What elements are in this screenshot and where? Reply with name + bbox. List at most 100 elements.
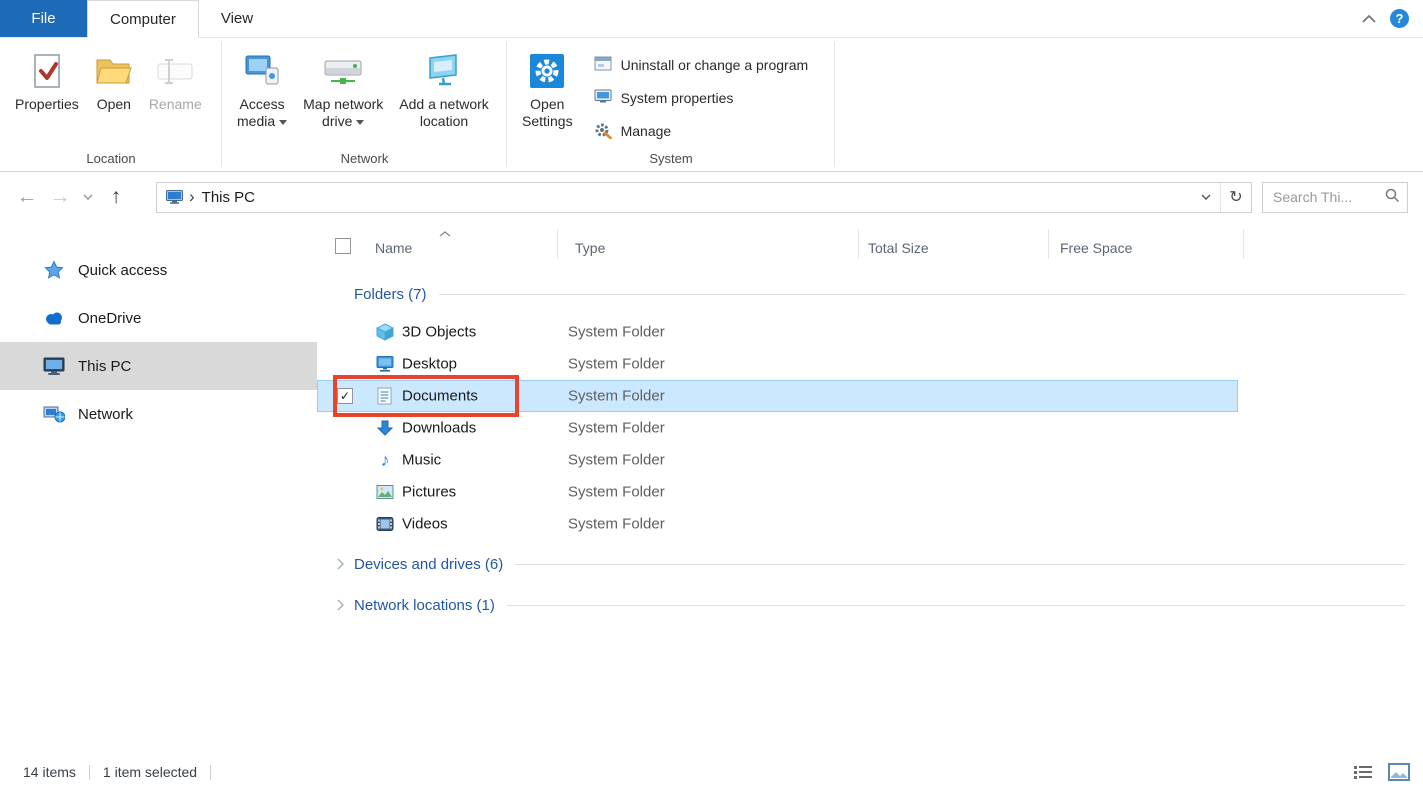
search-input[interactable]: [1273, 189, 1384, 205]
file-row-desktop[interactable]: Desktop System Folder: [317, 348, 1238, 380]
rename-icon: [157, 50, 193, 92]
back-button[interactable]: ←: [14, 184, 40, 210]
file-row-documents[interactable]: ✓ Documents System Folder: [317, 380, 1238, 412]
this-pc-icon: [166, 190, 183, 204]
group-divider-line: [507, 605, 1405, 606]
collapse-ribbon-button[interactable]: [1352, 0, 1386, 37]
column-header-type[interactable]: Type: [575, 240, 605, 256]
view-switcher: [1347, 757, 1415, 787]
group-divider-line: [515, 564, 1405, 565]
search-icon: [1384, 187, 1400, 208]
system-monitor-icon: [594, 89, 612, 107]
open-folder-icon: [95, 50, 133, 92]
3d-objects-icon: [375, 323, 395, 341]
refresh-button[interactable]: ↻: [1221, 183, 1251, 212]
address-toolbar: ← → ↑ › This PC ↻: [0, 172, 1423, 222]
back-arrow-icon: ←: [17, 185, 38, 209]
network-icon: [42, 405, 66, 423]
tab-file[interactable]: File: [0, 0, 87, 37]
file-explorer-window: File Computer View ? Properties: [0, 0, 1423, 792]
manage-button[interactable]: Manage: [590, 120, 813, 142]
open-button[interactable]: Open: [88, 42, 140, 113]
column-divider[interactable]: [1048, 229, 1049, 259]
ribbon: Properties Open Rename Location: [0, 38, 1423, 172]
status-separator: [89, 765, 90, 780]
selection-summary: 1 item selected: [103, 764, 197, 780]
details-view-button[interactable]: [1347, 757, 1379, 787]
file-row-music[interactable]: ♪ Music System Folder: [317, 444, 1238, 476]
tabbar-spacer: [275, 0, 1352, 37]
column-header-name[interactable]: Name: [375, 240, 412, 256]
row-checkbox-checked[interactable]: ✓: [337, 388, 353, 404]
file-list: Name Type Total Size Free Space Folders …: [317, 222, 1423, 752]
ribbon-group-location: Properties Open Rename Location: [0, 38, 222, 171]
sort-ascending-icon: [439, 224, 451, 240]
details-view-icon: [1353, 764, 1373, 780]
up-button[interactable]: ↑: [103, 184, 129, 210]
search-box: [1262, 182, 1408, 213]
column-divider[interactable]: [858, 229, 859, 259]
settings-gear-icon: [529, 50, 565, 92]
breadcrumb-location[interactable]: This PC: [202, 189, 255, 206]
properties-button[interactable]: Properties: [8, 42, 86, 113]
navigation-pane: Quick access OneDrive This PC Network: [0, 222, 317, 752]
group-label-network: Network: [222, 151, 507, 166]
cloud-icon: [42, 311, 66, 325]
file-row-downloads[interactable]: Downloads System Folder: [317, 412, 1238, 444]
select-all-checkbox[interactable]: [335, 238, 351, 254]
forward-button[interactable]: →: [47, 184, 73, 210]
column-header-total-size[interactable]: Total Size: [868, 240, 929, 256]
column-divider[interactable]: [557, 229, 558, 259]
open-settings-button[interactable]: Open Settings: [515, 42, 580, 130]
chevron-down-icon: [1201, 194, 1211, 200]
downloads-icon: [375, 419, 395, 437]
chevron-down-icon: [83, 194, 93, 200]
group-header-network-locations[interactable]: Network locations (1): [332, 589, 1405, 621]
system-properties-button[interactable]: System properties: [590, 87, 813, 109]
uninstall-program-button[interactable]: Uninstall or change a program: [590, 54, 813, 76]
group-label-location: Location: [0, 151, 222, 166]
status-bar: 14 items 1 item selected: [0, 752, 1423, 792]
network-drive-icon: [324, 50, 362, 92]
manage-gear-icon: [594, 121, 612, 142]
desktop-icon: [375, 356, 395, 373]
file-row-pictures[interactable]: Pictures System Folder: [317, 476, 1238, 508]
group-header-folders[interactable]: Folders (7): [332, 278, 1405, 310]
thumbnails-view-icon: [1388, 763, 1410, 781]
tab-view[interactable]: View: [199, 0, 275, 37]
star-icon: [42, 260, 66, 280]
map-network-drive-button[interactable]: Map network drive: [296, 42, 390, 130]
chevron-collapsed-icon: [332, 558, 348, 570]
music-icon: ♪: [375, 451, 395, 469]
refresh-icon: ↻: [1229, 187, 1242, 207]
documents-icon: [375, 387, 395, 405]
column-divider[interactable]: [1243, 229, 1244, 259]
sidebar-item-network[interactable]: Network: [0, 390, 317, 438]
recent-locations-button[interactable]: [80, 184, 96, 210]
forward-arrow-icon: →: [50, 185, 71, 209]
chevron-expanded-icon: [332, 291, 348, 298]
sidebar-item-this-pc[interactable]: This PC: [0, 342, 317, 390]
help-button[interactable]: ?: [1390, 9, 1409, 28]
column-headers: Name Type Total Size Free Space: [317, 222, 1423, 266]
question-mark-icon: ?: [1396, 11, 1404, 26]
status-separator: [210, 765, 211, 780]
add-network-location-button[interactable]: Add a network location: [392, 42, 496, 130]
address-dropdown-button[interactable]: [1192, 183, 1220, 212]
group-header-devices-and-drives[interactable]: Devices and drives (6): [332, 548, 1405, 580]
ribbon-group-system: Open Settings Uninstall or change a prog…: [507, 38, 835, 171]
file-row-videos[interactable]: Videos System Folder: [317, 508, 1238, 540]
tab-computer[interactable]: Computer: [87, 0, 199, 38]
sidebar-item-quick-access[interactable]: Quick access: [0, 246, 317, 294]
ribbon-group-network: Access media Map network drive Add a net…: [222, 38, 507, 171]
dropdown-arrow-icon: [356, 120, 364, 125]
media-device-icon: [244, 50, 280, 92]
address-bar[interactable]: › This PC ↻: [156, 182, 1252, 213]
computer-icon: [42, 357, 66, 375]
file-row-3d-objects[interactable]: 3D Objects System Folder: [317, 316, 1238, 348]
large-icons-view-button[interactable]: [1383, 757, 1415, 787]
column-header-free-space[interactable]: Free Space: [1060, 240, 1132, 256]
sidebar-item-onedrive[interactable]: OneDrive: [0, 294, 317, 342]
access-media-button[interactable]: Access media: [230, 42, 294, 130]
rename-button[interactable]: Rename: [142, 42, 209, 113]
